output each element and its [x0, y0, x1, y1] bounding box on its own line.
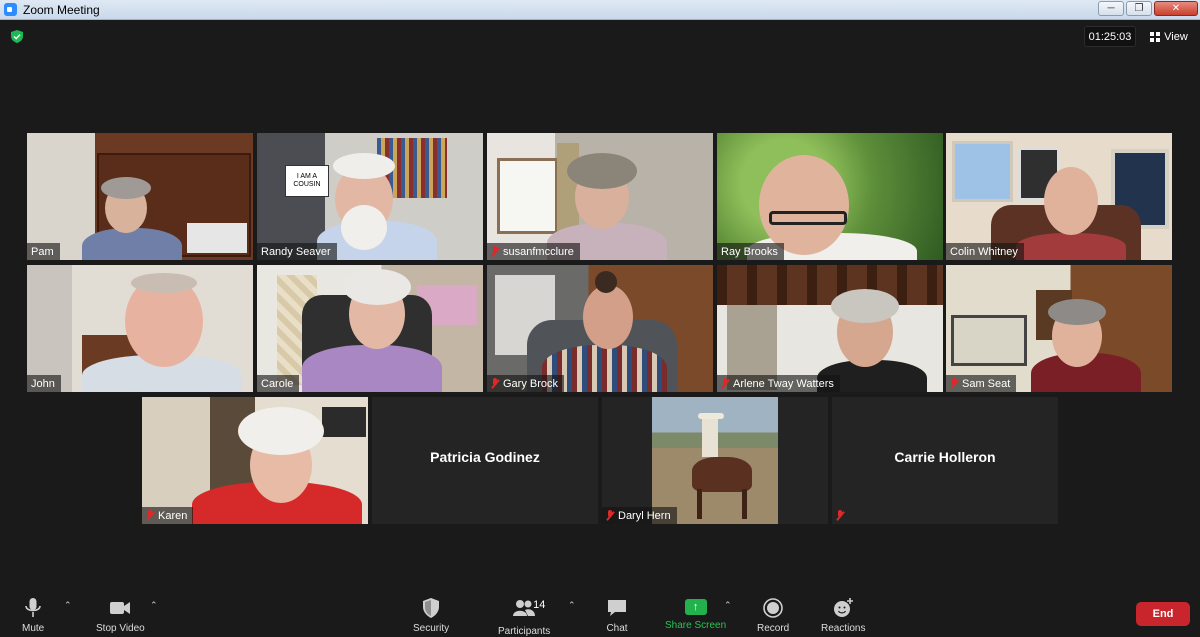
chat-bubble-icon: [608, 600, 626, 616]
muted-mic-icon: [491, 246, 500, 257]
grid-view-icon: [1150, 31, 1161, 42]
close-button[interactable]: ✕: [1154, 1, 1198, 16]
participant-name-tag: Randy Seaver: [257, 243, 337, 260]
video-tile-sam-seat[interactable]: Sam Seat: [946, 265, 1172, 392]
participant-name-tag: Carole: [257, 375, 300, 392]
minimize-button[interactable]: ─: [1098, 1, 1124, 16]
zoom-app-icon: [4, 3, 17, 16]
participant-name: Carole: [261, 377, 294, 390]
cousin-sign: I AM A COUSIN: [285, 165, 329, 197]
meeting-toolbar: Mute ⌃ Stop Video ⌃ Security 14 Particip…: [0, 590, 1200, 637]
participant-name-tag: Gary Brock: [487, 375, 565, 392]
smiley-reaction-icon: [834, 598, 854, 617]
participant-name-tag: [832, 507, 851, 524]
participant-name: Karen: [158, 509, 188, 522]
video-feed: [487, 265, 713, 392]
video-tile-gary-brock[interactable]: Gary Brock: [487, 265, 713, 392]
video-feed: [946, 133, 1172, 260]
participant-name-tag: Daryl Hern: [602, 507, 677, 524]
mute-options-caret-icon[interactable]: ⌃: [64, 600, 72, 611]
share-options-caret-icon[interactable]: ⌃: [724, 600, 732, 611]
video-tile-arlene-tway-watters[interactable]: Arlene Tway Watters: [717, 265, 943, 392]
restore-button[interactable]: ❐: [1126, 1, 1152, 16]
video-feed: I AM A COUSIN: [257, 133, 483, 260]
share-screen-button[interactable]: ↑ Share Screen: [665, 590, 726, 631]
participant-name: Colin Whitney: [950, 245, 1018, 258]
chat-button[interactable]: Chat: [606, 590, 628, 634]
video-options-caret-icon[interactable]: ⌃: [150, 600, 158, 611]
stop-video-button[interactable]: Stop Video: [96, 590, 145, 634]
participant-name: Arlene Tway Watters: [733, 377, 834, 390]
participant-name: Gary Brock: [503, 377, 559, 390]
video-tile-pam[interactable]: Pam: [27, 133, 253, 260]
participant-name: susanfmcclure: [503, 245, 574, 258]
record-button[interactable]: Record: [757, 590, 789, 634]
participants-options-caret-icon[interactable]: ⌃: [568, 600, 576, 611]
video-tile-susanfmcclure[interactable]: susanfmcclure: [487, 133, 713, 260]
video-feed: [27, 133, 253, 260]
video-tile-karen[interactable]: Karen: [142, 397, 368, 524]
view-button[interactable]: View: [1143, 26, 1195, 47]
participant-name: Ray Brooks: [721, 245, 778, 258]
encryption-shield-icon[interactable]: [11, 30, 23, 43]
video-feed: [487, 133, 713, 260]
video-camera-icon: [110, 602, 131, 614]
participant-name: John: [31, 377, 55, 390]
participant-name-tag: Colin Whitney: [946, 243, 1024, 260]
video-feed: [27, 265, 253, 392]
muted-mic-icon: [491, 378, 500, 389]
participant-name: Sam Seat: [962, 377, 1011, 390]
participant-name-tag: Ray Brooks: [717, 243, 784, 260]
participant-name-tag: Sam Seat: [946, 375, 1017, 392]
window-title: Zoom Meeting: [23, 2, 100, 17]
video-feed: [717, 265, 943, 392]
participant-name-tag: John: [27, 375, 61, 392]
microphone-icon: [25, 598, 41, 617]
video-tile-carrie-holleron[interactable]: Carrie Holleron: [832, 397, 1058, 524]
video-feed: [946, 265, 1172, 392]
video-tile-john[interactable]: John: [27, 265, 253, 392]
video-feed: [717, 133, 943, 260]
participants-count: 14: [533, 599, 546, 611]
video-tile-colin-whitney[interactable]: Colin Whitney: [946, 133, 1172, 260]
participant-name: Daryl Hern: [618, 509, 671, 522]
muted-mic-icon: [721, 378, 730, 389]
reactions-button[interactable]: Reactions: [821, 590, 865, 634]
window-titlebar: Zoom Meeting ─ ❐ ✕: [0, 0, 1200, 20]
video-tile-daryl-hern[interactable]: Daryl Hern: [602, 397, 828, 524]
video-feed: [142, 397, 368, 524]
video-tile-patricia-godinez[interactable]: Patricia Godinez: [372, 397, 598, 524]
end-meeting-button[interactable]: End: [1136, 602, 1190, 626]
meeting-timer: 01:25:03: [1084, 26, 1136, 47]
participant-name-tag: Karen: [142, 507, 194, 524]
security-shield-icon: [423, 598, 440, 618]
video-feed: [652, 397, 778, 524]
record-icon: [763, 598, 783, 618]
muted-mic-icon: [606, 510, 615, 521]
mute-button[interactable]: Mute: [22, 590, 44, 634]
participant-name: Pam: [31, 245, 54, 258]
participant-name-center: Carrie Holleron: [894, 449, 996, 465]
participant-name-tag: Arlene Tway Watters: [717, 375, 840, 392]
muted-mic-icon: [950, 378, 959, 389]
video-tile-randy-seaver[interactable]: I AM A COUSIN Randy Seaver: [257, 133, 483, 260]
participant-name-tag: Pam: [27, 243, 60, 260]
video-tile-carole[interactable]: Carole: [257, 265, 483, 392]
participant-name-center: Patricia Godinez: [430, 449, 540, 465]
view-label: View: [1164, 30, 1188, 43]
window-controls: ─ ❐ ✕: [1098, 1, 1198, 16]
security-button[interactable]: Security: [413, 590, 449, 634]
participant-name: Randy Seaver: [261, 245, 331, 258]
participants-icon: [513, 600, 536, 616]
video-feed: [257, 265, 483, 392]
muted-mic-icon: [146, 510, 155, 521]
video-tile-ray-brooks[interactable]: Ray Brooks: [717, 133, 943, 260]
muted-mic-icon: [836, 510, 845, 521]
share-screen-arrow-icon: ↑: [684, 599, 707, 615]
participant-name-tag: susanfmcclure: [487, 243, 580, 260]
